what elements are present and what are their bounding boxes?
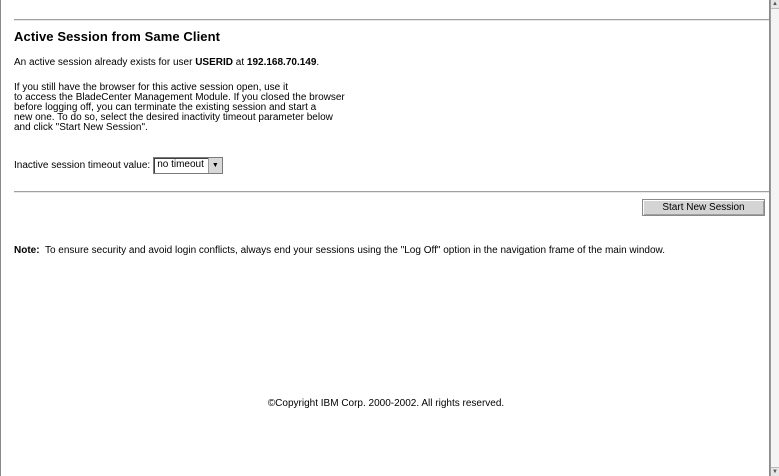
timeout-selected-value: no timeout [157, 159, 204, 170]
note-body: To ensure security and avoid login confl… [44, 245, 665, 256]
active-session-message: An active session already exists for use… [14, 58, 319, 68]
user-id: USERID [195, 57, 233, 68]
arrow-down-icon[interactable]: ▼ [771, 467, 779, 476]
session-text-mid: at [233, 57, 247, 68]
note-label: Note: [14, 245, 40, 256]
ip-address: 192.168.70.149 [246, 57, 317, 68]
start-new-session-button[interactable]: Start New Session [642, 199, 765, 216]
session-text-suffix: . [316, 57, 320, 68]
timeout-label: Inactive session timeout value: [14, 160, 151, 171]
vertical-scrollbar[interactable]: ▲ ▼ [770, 0, 779, 476]
instruction-line: and click "Start New Session". [14, 122, 148, 133]
chevron-down-icon[interactable]: ▼ [207, 158, 222, 173]
middle-divider [14, 191, 769, 193]
instructions-paragraph: If you still have the browser for this a… [14, 83, 374, 133]
timeout-row: Inactive session timeout value: no timeo… [14, 157, 223, 174]
arrow-up-icon[interactable]: ▲ [771, 0, 779, 9]
timeout-select[interactable]: no timeout ▼ [153, 157, 223, 174]
note-text: Note: To ensure security and avoid login… [14, 245, 665, 256]
page-title: Active Session from Same Client [14, 29, 221, 44]
copyright-text: ©Copyright IBM Corp. 2000-2002. All righ… [267, 398, 505, 409]
top-divider [14, 19, 769, 21]
content-frame: Active Session from Same Client An activ… [0, 0, 770, 476]
session-text-prefix: An active session already exists for use… [14, 57, 196, 68]
